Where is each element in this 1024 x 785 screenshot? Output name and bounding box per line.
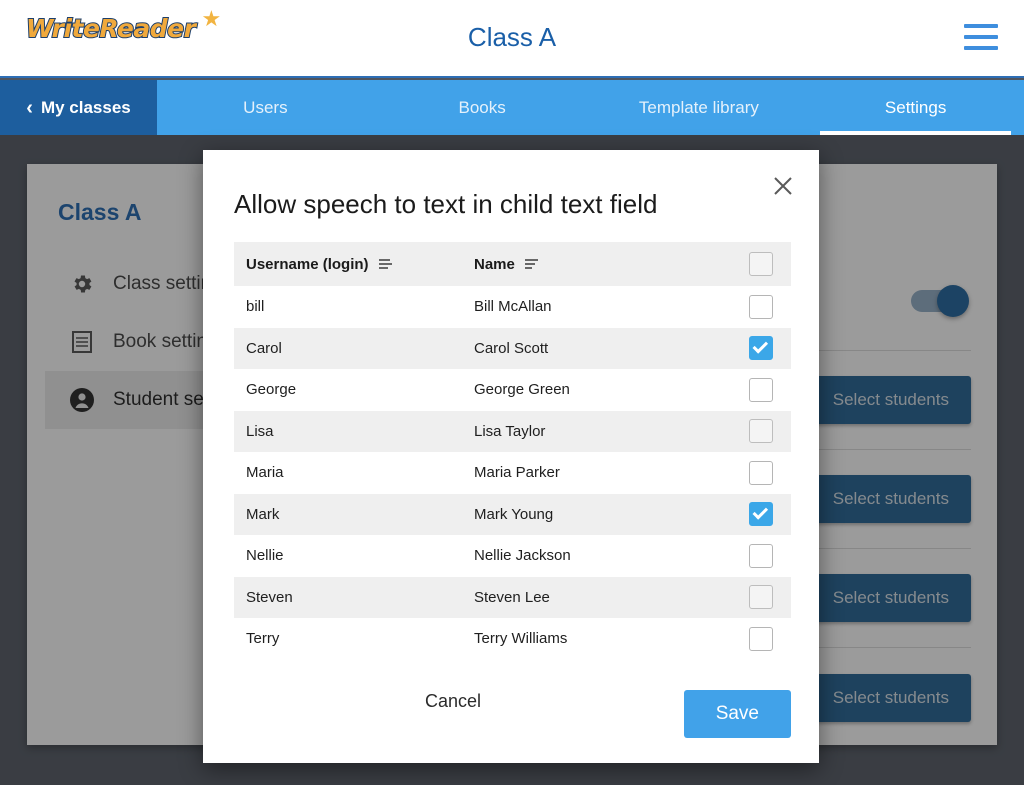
chevron-left-icon: ‹ [26,96,33,119]
cell-username: bill [246,298,265,316]
cell-username: Lisa [246,422,274,440]
cell-checkbox [731,502,791,527]
page-title: Class A [467,22,557,52]
cell-username: Nellie [246,547,284,565]
back-to-my-classes-button[interactable]: ‹ My classes [0,80,157,135]
tab-books[interactable]: Books [374,80,591,135]
tab-users[interactable]: Users [157,80,374,135]
row-checkbox[interactable] [749,419,773,444]
cell-username: Maria [246,464,284,482]
table-header-row: Username (login) Name [234,242,791,286]
tab-label: Users [243,97,288,117]
row-checkbox[interactable] [749,626,773,651]
main-navbar: ‹ My classes Users Books Template librar… [0,80,1024,135]
column-header-username-label: Username (login) [246,255,369,273]
close-icon[interactable] [769,172,797,200]
cell-name: Lisa Taylor [474,422,546,440]
cell-checkbox [731,336,791,361]
cell-username: George [246,381,297,399]
table-row[interactable]: Steven Steven Lee [234,576,791,618]
column-header-name[interactable]: Name [474,256,731,273]
cancel-button[interactable]: Cancel [425,691,481,712]
row-checkbox[interactable] [749,377,773,402]
nav-tabs: Users Books Template library Settings [157,80,1024,135]
cell-name: Terry Williams [474,630,568,648]
row-checkbox[interactable] [749,543,773,568]
row-checkbox[interactable] [749,585,773,610]
cell-checkbox [731,294,791,319]
select-all-checkbox[interactable] [749,252,773,276]
cell-username: Steven [246,588,293,606]
cell-checkbox [731,460,791,485]
cell-name: George Green [474,381,570,399]
cell-checkbox [731,377,791,402]
cell-checkbox [731,585,791,610]
row-checkbox[interactable] [749,502,773,527]
row-checkbox[interactable] [749,336,773,361]
select-all-cell [731,252,791,276]
cell-name: Bill McAllan [474,298,552,316]
tab-label: Template library [638,97,759,117]
hamburger-bar [964,35,998,39]
table-row[interactable]: Terry Terry Williams [234,618,791,660]
cell-name: Mark Young [474,505,554,523]
cell-name: Maria Parker [474,464,560,482]
cell-username: Terry [246,630,280,648]
cell-name: Nellie Jackson [474,547,571,565]
students-table: Username (login) Name bill Bill McAllan … [234,242,791,660]
column-header-name-label: Name [474,255,515,273]
cell-username: Carol [246,339,282,357]
check-icon [752,504,769,520]
cell-checkbox [731,543,791,568]
tab-template-library[interactable]: Template library [591,80,808,135]
table-row[interactable]: Carol Carol Scott [234,327,791,369]
table-row[interactable]: bill Bill McAllan [234,286,791,328]
cell-name: Carol Scott [474,339,549,357]
save-button[interactable]: Save [683,690,791,738]
cell-checkbox [731,626,791,651]
table-row[interactable]: Maria Maria Parker [234,452,791,494]
hamburger-bar [964,46,998,50]
modal-title: Allow speech to text in child text field [234,189,658,219]
tab-label: Settings [884,97,947,117]
tab-settings[interactable]: Settings [807,80,1024,135]
column-header-username[interactable]: Username (login) [234,256,474,273]
row-checkbox[interactable] [749,294,773,319]
cell-checkbox [731,419,791,444]
modal-footer: Cancel Save [203,660,819,763]
sort-icon[interactable] [524,257,543,271]
table-row[interactable]: George George Green [234,369,791,411]
table-row[interactable]: Nellie Nellie Jackson [234,535,791,577]
speech-to-text-modal: Allow speech to text in child text field… [203,150,819,763]
app-root: WriteReader ★ Class A ‹ My classes Users… [0,0,1024,785]
app-header: WriteReader ★ Class A [0,0,1024,78]
row-checkbox[interactable] [749,460,773,485]
cell-name: Steven Lee [474,588,550,606]
table-row[interactable]: Mark Mark Young [234,493,791,535]
tab-label: Books [458,97,506,117]
hamburger-bar [964,24,998,28]
back-label: My classes [40,97,131,117]
hamburger-menu-icon[interactable] [964,24,998,50]
sort-icon[interactable] [378,257,397,271]
check-icon [752,338,769,354]
table-row[interactable]: Lisa Lisa Taylor [234,410,791,452]
cell-username: Mark [246,505,280,523]
